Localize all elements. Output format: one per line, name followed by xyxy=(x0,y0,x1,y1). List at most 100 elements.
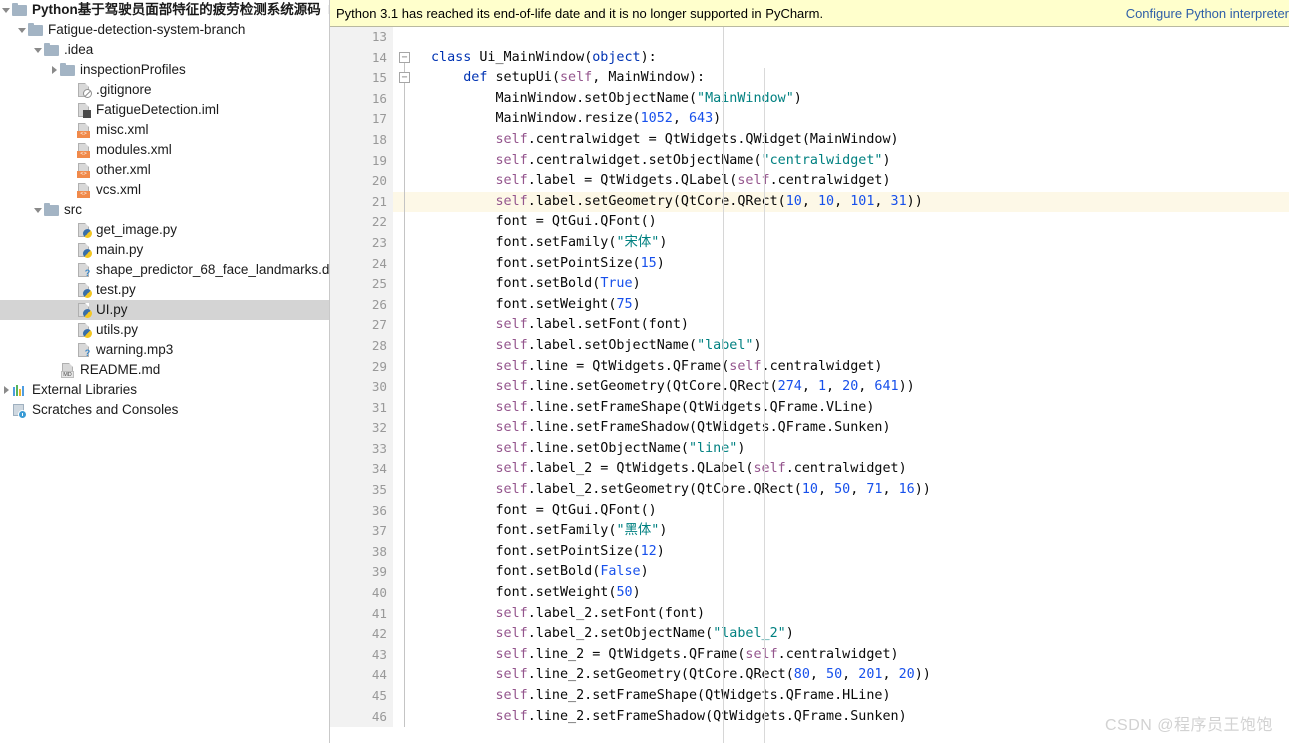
tree-item-test.py[interactable]: test.py xyxy=(0,280,329,300)
tree-item-fatigue-detection-system-branch[interactable]: Fatigue-detection-system-branch xyxy=(0,20,329,40)
code-line[interactable]: 28 self.label.setObjectName("label") xyxy=(330,336,1289,357)
code-line[interactable]: 13 xyxy=(330,27,1289,48)
code-line[interactable]: 42 self.label_2.setObjectName("label_2") xyxy=(330,624,1289,645)
tree-item-.idea[interactable]: .idea xyxy=(0,40,329,60)
code-line[interactable]: 16 MainWindow.setObjectName("MainWindow"… xyxy=(330,89,1289,110)
code-line[interactable]: 25 font.setBold(True) xyxy=(330,274,1289,295)
fold-gutter[interactable] xyxy=(393,398,423,419)
tree-item-get_image.py[interactable]: get_image.py xyxy=(0,220,329,240)
code-line[interactable]: 21 self.label.setGeometry(QtCore.QRect(1… xyxy=(330,192,1289,213)
chevron-right-icon[interactable] xyxy=(0,380,12,400)
fold-gutter[interactable] xyxy=(393,130,423,151)
configure-python-interpreter-link[interactable]: Configure Python interpreter xyxy=(1126,0,1289,27)
fold-gutter[interactable] xyxy=(393,274,423,295)
code-line[interactable]: 35 self.label_2.setGeometry(QtCore.QRect… xyxy=(330,480,1289,501)
fold-gutter[interactable] xyxy=(393,624,423,645)
project-tree-panel[interactable]: Python基于驾驶员面部特征的疲劳检测系统源码E:\引...Fatigue-d… xyxy=(0,0,330,743)
chevron-down-icon[interactable] xyxy=(32,200,44,220)
code-line[interactable]: 38 font.setPointSize(12) xyxy=(330,542,1289,563)
tree-item-python[interactable]: Python基于驾驶员面部特征的疲劳检测系统源码E:\引... xyxy=(0,0,329,20)
fold-gutter[interactable] xyxy=(393,665,423,686)
code-line[interactable]: 36 font = QtGui.QFont() xyxy=(330,501,1289,522)
fold-gutter[interactable] xyxy=(393,418,423,439)
code-line[interactable]: 30 self.line.setGeometry(QtCore.QRect(27… xyxy=(330,377,1289,398)
tree-item-misc.xml[interactable]: <>misc.xml xyxy=(0,120,329,140)
code-line[interactable]: 31 self.line.setFrameShape(QtWidgets.QFr… xyxy=(330,398,1289,419)
code-line[interactable]: 20 self.label = QtWidgets.QLabel(self.ce… xyxy=(330,171,1289,192)
fold-gutter[interactable] xyxy=(393,233,423,254)
tree-item-shape_predictor_68_face_landmarks.dat[interactable]: ?shape_predictor_68_face_landmarks.dat xyxy=(0,260,329,280)
tree-item-modules.xml[interactable]: <>modules.xml xyxy=(0,140,329,160)
chevron-down-icon[interactable] xyxy=(16,20,28,40)
code-line[interactable]: 40 font.setWeight(50) xyxy=(330,583,1289,604)
code-line[interactable]: 26 font.setWeight(75) xyxy=(330,295,1289,316)
code-line[interactable]: 46 self.line_2.setFrameShadow(QtWidgets.… xyxy=(330,707,1289,728)
fold-gutter[interactable] xyxy=(393,357,423,378)
code-line[interactable]: 22 font = QtGui.QFont() xyxy=(330,212,1289,233)
code-line[interactable]: 34 self.label_2 = QtWidgets.QLabel(self.… xyxy=(330,459,1289,480)
code-line[interactable]: 33 self.line.setObjectName("line") xyxy=(330,439,1289,460)
fold-gutter[interactable] xyxy=(393,27,423,48)
fold-gutter[interactable] xyxy=(393,686,423,707)
code-line[interactable]: 24 font.setPointSize(15) xyxy=(330,254,1289,275)
fold-gutter[interactable] xyxy=(393,583,423,604)
code-line[interactable]: 19 self.centralwidget.setObjectName("cen… xyxy=(330,151,1289,172)
code-line[interactable]: 37 font.setFamily("黑体") xyxy=(330,521,1289,542)
code-line[interactable]: 14−class Ui_MainWindow(object): xyxy=(330,48,1289,69)
fold-collapse-icon[interactable]: − xyxy=(399,52,410,63)
fold-gutter[interactable] xyxy=(393,315,423,336)
tree-item-ui.py[interactable]: UI.py xyxy=(0,300,329,320)
fold-gutter[interactable]: − xyxy=(393,48,423,69)
fold-gutter[interactable] xyxy=(393,542,423,563)
fold-gutter[interactable] xyxy=(393,459,423,480)
tree-item-inspectionprofiles[interactable]: inspectionProfiles xyxy=(0,60,329,80)
fold-gutter[interactable] xyxy=(393,192,423,213)
code-line[interactable]: 15− def setupUi(self, MainWindow): xyxy=(330,68,1289,89)
code-line[interactable]: 43 self.line_2 = QtWidgets.QFrame(self.c… xyxy=(330,645,1289,666)
fold-gutter[interactable] xyxy=(393,212,423,233)
fold-gutter[interactable] xyxy=(393,377,423,398)
fold-gutter[interactable] xyxy=(393,151,423,172)
fold-gutter[interactable]: − xyxy=(393,68,423,89)
code-line[interactable]: 39 font.setBold(False) xyxy=(330,562,1289,583)
fold-gutter[interactable] xyxy=(393,707,423,728)
tree-item-vcs.xml[interactable]: <>vcs.xml xyxy=(0,180,329,200)
fold-gutter[interactable] xyxy=(393,254,423,275)
tree-item-utils.py[interactable]: utils.py xyxy=(0,320,329,340)
fold-gutter[interactable] xyxy=(393,295,423,316)
chevron-right-icon[interactable] xyxy=(48,60,60,80)
code-line[interactable]: 17 MainWindow.resize(1052, 643) xyxy=(330,109,1289,130)
fold-gutter[interactable] xyxy=(393,645,423,666)
code-line[interactable]: 32 self.line.setFrameShadow(QtWidgets.QF… xyxy=(330,418,1289,439)
tree-item-.gitignore[interactable]: .gitignore xyxy=(0,80,329,100)
code-line[interactable]: 27 self.label.setFont(font) xyxy=(330,315,1289,336)
tree-item-warning.mp3[interactable]: ?warning.mp3 xyxy=(0,340,329,360)
tree-item-other.xml[interactable]: <>other.xml xyxy=(0,160,329,180)
fold-gutter[interactable] xyxy=(393,439,423,460)
code-line[interactable]: 44 self.line_2.setGeometry(QtCore.QRect(… xyxy=(330,665,1289,686)
fold-gutter[interactable] xyxy=(393,336,423,357)
fold-gutter[interactable] xyxy=(393,89,423,110)
code-line[interactable]: 23 font.setFamily("宋体") xyxy=(330,233,1289,254)
fold-gutter[interactable] xyxy=(393,109,423,130)
code-line[interactable]: 41 self.label_2.setFont(font) xyxy=(330,604,1289,625)
fold-gutter[interactable] xyxy=(393,171,423,192)
fold-gutter[interactable] xyxy=(393,501,423,522)
fold-gutter[interactable] xyxy=(393,604,423,625)
tree-item-readme.md[interactable]: MDREADME.md xyxy=(0,360,329,380)
fold-collapse-icon[interactable]: − xyxy=(399,72,410,83)
code-line[interactable]: 18 self.centralwidget = QtWidgets.QWidge… xyxy=(330,130,1289,151)
fold-gutter[interactable] xyxy=(393,521,423,542)
fold-gutter[interactable] xyxy=(393,562,423,583)
tree-item-main.py[interactable]: main.py xyxy=(0,240,329,260)
code-line[interactable]: 29 self.line = QtWidgets.QFrame(self.cen… xyxy=(330,357,1289,378)
tree-item-src[interactable]: src xyxy=(0,200,329,220)
chevron-down-icon[interactable] xyxy=(0,0,12,20)
tree-item-externallibraries[interactable]: External Libraries xyxy=(0,380,329,400)
fold-gutter[interactable] xyxy=(393,480,423,501)
tree-item-scratchesandconsoles[interactable]: Scratches and Consoles xyxy=(0,400,329,420)
chevron-down-icon[interactable] xyxy=(32,40,44,60)
tree-item-fatiguedetection.iml[interactable]: FatigueDetection.iml xyxy=(0,100,329,120)
code-editor[interactable]: 1314−class Ui_MainWindow(object):15− def… xyxy=(330,27,1289,743)
code-line[interactable]: 45 self.line_2.setFrameShape(QtWidgets.Q… xyxy=(330,686,1289,707)
